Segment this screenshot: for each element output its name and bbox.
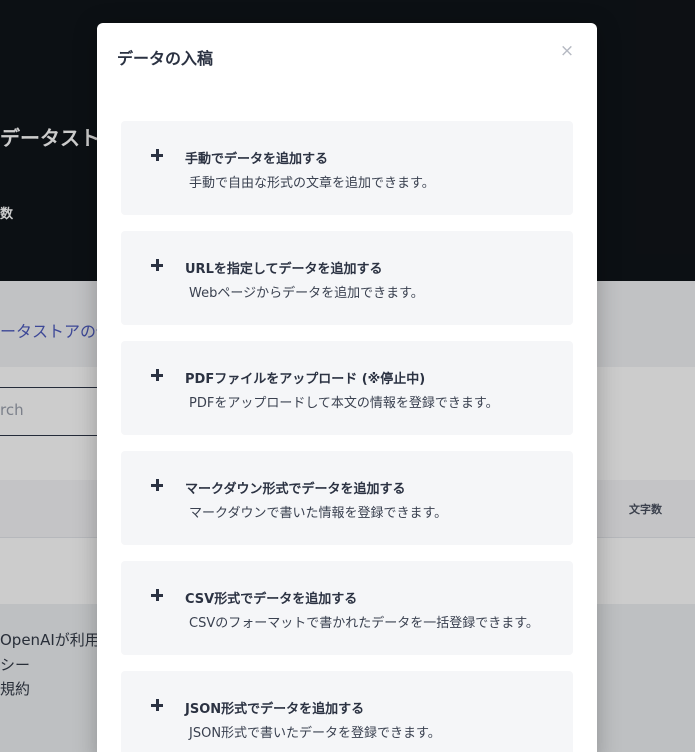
option-description: 手動で自由な形式の文章を追加できます。 [189,176,435,191]
plus-icon [151,149,163,161]
option-description: CSVのフォーマットで書かれたデータを一括登録できます。 [189,616,539,631]
option-title: 手動でデータを追加する [185,152,329,167]
option-csv[interactable]: CSV形式でデータを追加する CSVのフォーマットで書かれたデータを一括登録でき… [121,561,573,655]
modal-title: データの入稿 [117,49,214,68]
option-json[interactable]: JSON形式でデータを追加する JSON形式で書いたデータを登録できます。 [121,671,573,752]
option-description: Webページからデータを追加できます。 [189,286,424,301]
plus-icon [151,479,163,491]
option-title: JSON形式でデータを追加する [185,702,365,717]
data-upload-modal: データの入稿 × 手動でデータを追加する 手動で自由な形式の文章を追加できます。… [97,23,597,752]
plus-icon [151,589,163,601]
option-manual[interactable]: 手動でデータを追加する 手動で自由な形式の文章を追加できます。 [121,121,573,215]
option-pdf[interactable]: PDFファイルをアップロード (※停止中) PDFをアップロードして本文の情報を… [121,341,573,435]
option-description: マークダウンで書いた情報を登録できます。 [189,506,448,521]
plus-icon [151,699,163,711]
option-description: PDFをアップロードして本文の情報を登録できます。 [189,396,499,411]
option-title: CSV形式でデータを追加する [185,592,358,607]
option-title: マークダウン形式でデータを追加する [185,482,406,497]
option-url[interactable]: URLを指定してデータを追加する Webページからデータを追加できます。 [121,231,573,325]
option-description: JSON形式で書いたデータを登録できます。 [189,726,441,741]
option-title: PDFファイルをアップロード (※停止中) [185,372,426,387]
option-title: URLを指定してデータを追加する [185,262,383,277]
plus-icon [151,259,163,271]
plus-icon [151,369,163,381]
option-markdown[interactable]: マークダウン形式でデータを追加する マークダウンで書いた情報を登録できます。 [121,451,573,545]
close-icon[interactable]: × [559,41,575,61]
